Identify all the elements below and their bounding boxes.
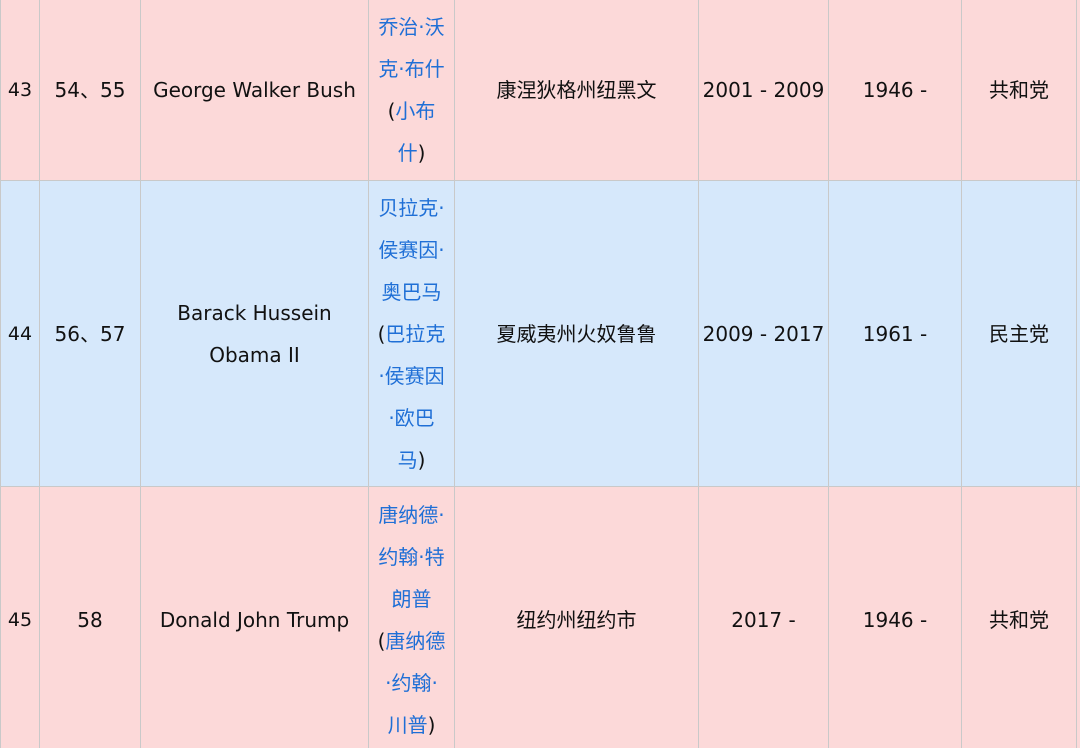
- chinese-name-cell: 乔治·沃克·布什 (小布什): [368, 0, 455, 181]
- extra-cell: [1076, 486, 1080, 748]
- tenure-cell: 2017 -: [698, 486, 829, 748]
- extra-cell: [1076, 180, 1080, 487]
- tenure-cell: 2009 - 2017: [698, 180, 829, 487]
- english-name-cell: Donald John Trump: [140, 486, 369, 748]
- presidents-table-wrapper: 43 54、55 George Walker Bush 乔治·沃克·布什 (小布…: [0, 0, 1080, 748]
- order-cell: 45: [0, 486, 40, 748]
- birthplace-cell: 夏威夷州火奴鲁鲁: [454, 180, 699, 487]
- english-name-cell: Barack Hussein Obama II: [140, 180, 369, 487]
- born-cell: 1961 -: [828, 180, 962, 487]
- table-row: 45 58 Donald John Trump 唐纳德·约翰·特朗普 (唐纳德·…: [0, 486, 1080, 748]
- terms-cell: 56、57: [39, 180, 141, 487]
- terms-cell: 58: [39, 486, 141, 748]
- chinese-name-cell: 贝拉克·侯赛因·奥巴马 (巴拉克·侯赛因·欧巴马): [368, 180, 455, 487]
- birthplace-cell: 纽约州纽约市: [454, 486, 699, 748]
- paren-close: ): [417, 447, 426, 472]
- chinese-name-link[interactable]: 贝拉克·侯赛因·奥巴马: [378, 196, 444, 304]
- table-row: 44 56、57 Barack Hussein Obama II 贝拉克·侯赛因…: [0, 180, 1080, 487]
- order-cell: 44: [0, 180, 40, 487]
- born-cell: 1946 -: [828, 486, 962, 748]
- party-cell: 共和党: [961, 486, 1077, 748]
- alias-link[interactable]: 唐纳德·约翰·川普: [385, 629, 445, 737]
- chinese-name-link[interactable]: 乔治·沃克·布什: [378, 15, 444, 81]
- tenure-cell: 2001 - 2009: [698, 0, 829, 181]
- order-cell: 43: [0, 0, 40, 181]
- table-row: 43 54、55 George Walker Bush 乔治·沃克·布什 (小布…: [0, 0, 1080, 181]
- party-cell: 共和党: [961, 0, 1077, 181]
- birthplace-cell: 康涅狄格州纽黑文: [454, 0, 699, 181]
- paren-close: ): [417, 140, 426, 165]
- chinese-name-link[interactable]: 唐纳德·约翰·特朗普: [378, 503, 444, 611]
- chinese-name-cell: 唐纳德·约翰·特朗普 (唐纳德·约翰·川普): [368, 486, 455, 748]
- alias-link[interactable]: 小布什: [395, 99, 435, 165]
- alias-link[interactable]: 巴拉克·侯赛因·欧巴马: [378, 322, 445, 472]
- extra-cell: [1076, 0, 1080, 181]
- terms-cell: 54、55: [39, 0, 141, 181]
- paren-close: ): [427, 712, 436, 737]
- born-cell: 1946 -: [828, 0, 962, 181]
- party-cell: 民主党: [961, 180, 1077, 487]
- english-name-cell: George Walker Bush: [140, 0, 369, 181]
- presidents-table: 43 54、55 George Walker Bush 乔治·沃克·布什 (小布…: [0, 0, 1080, 748]
